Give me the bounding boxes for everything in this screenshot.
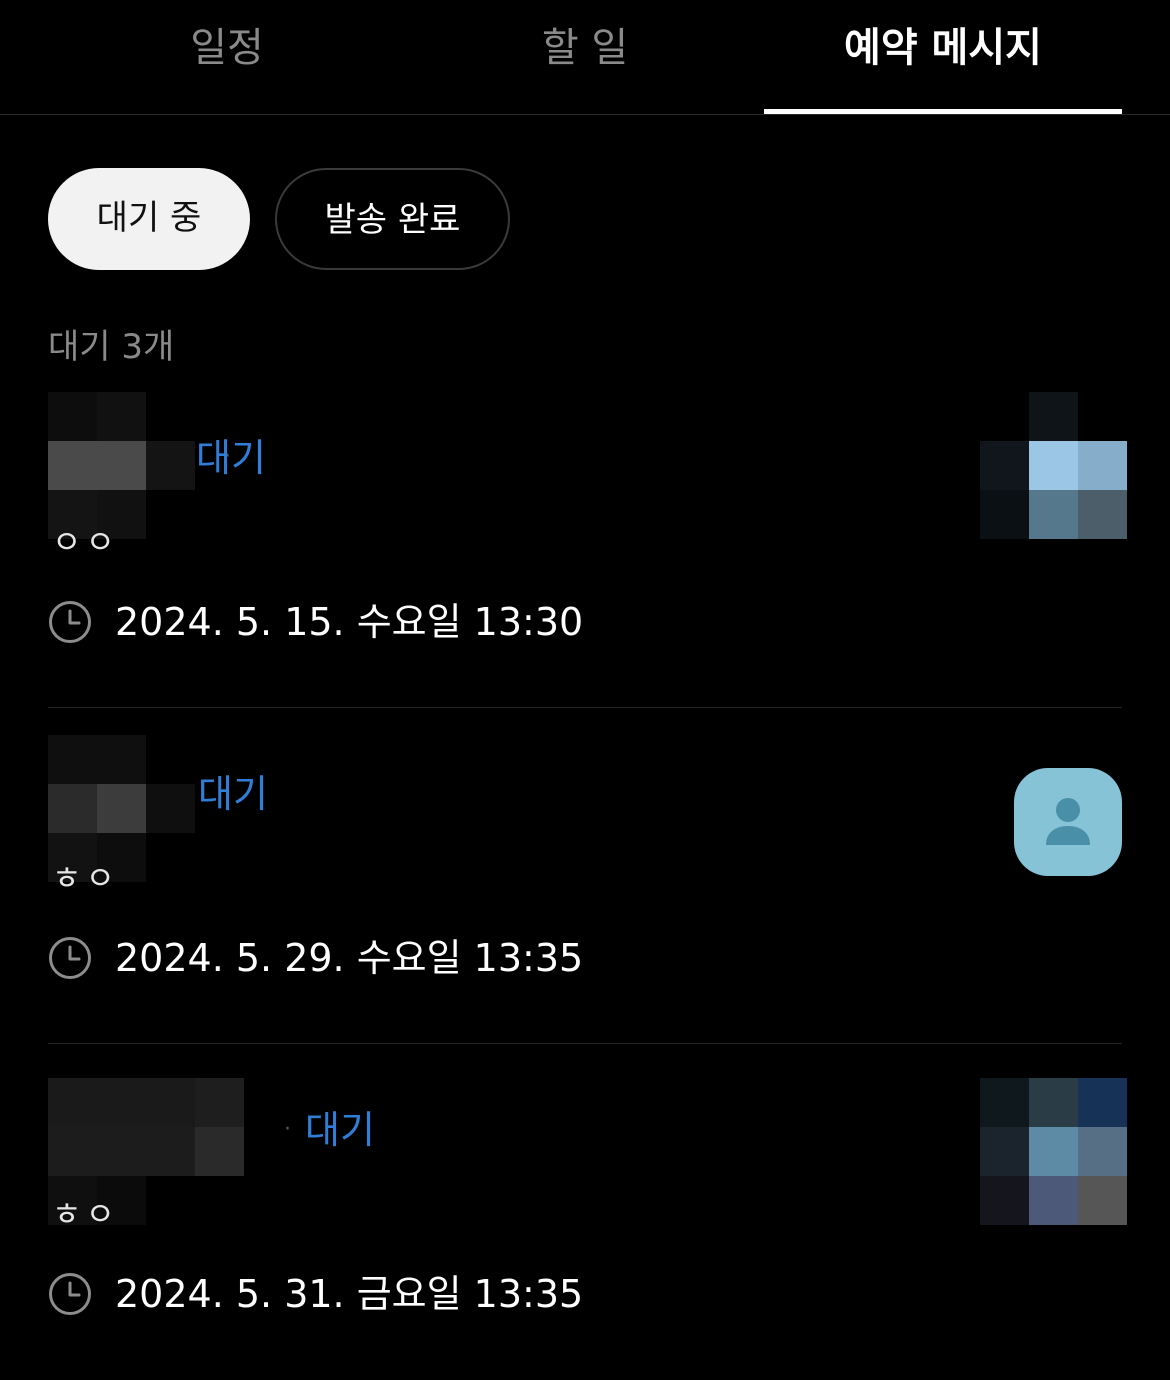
separator-dot: · — [284, 1117, 291, 1142]
scheduled-message-item[interactable]: 대기 ㅎㅇ 2024. 5. 29. 수요일 13:35 — [48, 708, 1122, 1044]
filter-sent-chip[interactable]: 발송 완료 — [275, 168, 510, 270]
pending-count-label: 대기 3개 — [48, 327, 175, 367]
clock-icon — [49, 1273, 91, 1315]
status-label: 대기 — [198, 772, 268, 816]
scheduled-message-item[interactable]: · 대기 ㅇㅇ 2024. 5. 15. 수요일 13:30 — [48, 372, 1127, 708]
tab-scheduled-messages[interactable]: 예약 메시지 — [764, 0, 1122, 112]
tab-schedule[interactable]: 일정 — [48, 0, 406, 112]
clock-icon — [49, 937, 91, 979]
recipient-initials: ㅎㅇ — [52, 1195, 119, 1233]
recipient-thumbnail-redacted — [980, 392, 1127, 539]
filter-pending-chip[interactable]: 대기 중 — [48, 168, 250, 270]
clock-icon — [49, 601, 91, 643]
recipient-thumbnail-redacted — [980, 1078, 1127, 1225]
recipient-initials: ㅎㅇ — [52, 859, 119, 897]
person-icon — [1046, 798, 1090, 845]
scheduled-message-item[interactable]: · 대기 ㅎㅇ 2024. 5. 31. 금요일 13:35 — [48, 1044, 1127, 1380]
status-label: 대기 — [305, 1108, 375, 1152]
scheduled-time-text: 2024. 5. 29. 수요일 13:35 — [115, 936, 584, 980]
scheduled-time-text: 2024. 5. 31. 금요일 13:35 — [115, 1272, 584, 1316]
status-label: 대기 — [196, 436, 266, 480]
top-tab-bar: 일정 할 일 예약 메시지 — [0, 0, 1170, 115]
default-avatar — [1014, 768, 1122, 876]
scheduled-time-text: 2024. 5. 15. 수요일 13:30 — [115, 600, 584, 644]
active-tab-indicator — [764, 109, 1122, 114]
tab-todo[interactable]: 할 일 — [406, 0, 764, 112]
recipient-initials: ㅇㅇ — [52, 523, 119, 561]
